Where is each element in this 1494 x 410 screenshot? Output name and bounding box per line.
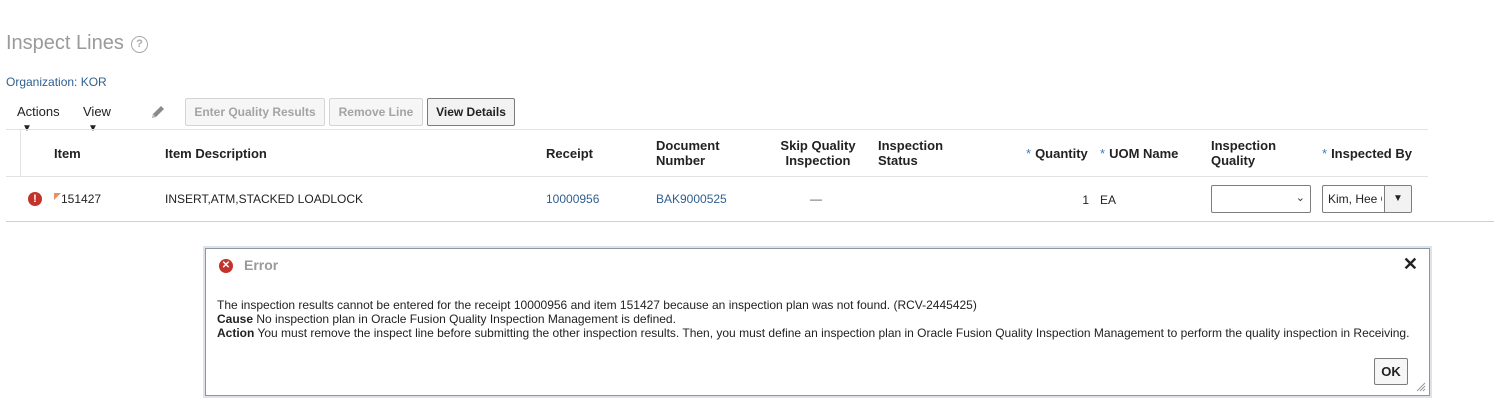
table-top-border (6, 129, 1428, 130)
cell-uom-name: EA (1100, 193, 1117, 207)
cell-quantity: 1 (1082, 193, 1089, 207)
dialog-title: Error (244, 257, 279, 273)
required-marker: * (1100, 146, 1106, 161)
header-line: Inspection (1211, 138, 1277, 153)
x-circle-icon: ✕ (219, 259, 233, 273)
exclamation-circle-icon[interactable]: ! (28, 192, 42, 206)
header-line: Number (656, 153, 706, 168)
header-label: Inspected By (1331, 146, 1412, 161)
enter-quality-results-button[interactable]: Enter Quality Results (185, 98, 325, 126)
header-line: Document (656, 138, 720, 153)
column-header-document-number[interactable]: Document Number (656, 138, 720, 168)
error-dialog: ✕ Error ✕ The inspection results cannot … (205, 248, 1430, 396)
help-icon[interactable]: ? (131, 36, 148, 53)
header-label: Quantity (1035, 146, 1088, 161)
error-action: Action You must remove the inspect line … (217, 326, 1422, 340)
close-icon[interactable]: ✕ (1403, 254, 1418, 275)
action-text: You must remove the inspect line before … (254, 326, 1410, 340)
page-title: Inspect Lines (6, 32, 124, 54)
column-header-quantity[interactable]: * Quantity (1026, 146, 1088, 161)
column-header-item[interactable]: Item (54, 146, 81, 161)
table-bottom-border (6, 221, 1494, 222)
error-message: The inspection results cannot be entered… (217, 298, 977, 312)
column-header-inspection-quality[interactable]: Inspection Quality (1211, 138, 1276, 168)
table-header-border (6, 176, 1428, 177)
error-cause: Cause No inspection plan in Oracle Fusio… (217, 312, 1422, 326)
dialog-message: The inspection results cannot be entered… (217, 298, 1422, 340)
inspected-by-value[interactable]: Kim, Hee C (1328, 192, 1382, 206)
changed-flag-icon (54, 193, 61, 200)
required-marker: * (1026, 146, 1032, 161)
header-label: UOM Name (1109, 146, 1179, 161)
header-line: Skip Quality (780, 138, 856, 153)
column-header-inspection-status[interactable]: Inspection Status (878, 138, 943, 168)
header-line: Status (878, 153, 918, 168)
required-marker: * (1322, 146, 1328, 161)
cell-item-description: INSERT,ATM,STACKED LOADLOCK (165, 192, 364, 206)
resize-handle-icon[interactable] (1416, 382, 1426, 392)
header-line: Inspection (785, 153, 851, 168)
cell-item: 151427 (61, 192, 102, 206)
column-header-item-description[interactable]: Item Description (165, 146, 267, 161)
action-label: Action (217, 326, 255, 340)
header-line: Quality (1211, 153, 1256, 168)
pencil-icon[interactable] (148, 102, 168, 122)
cell-skip-quality-inspection: — (810, 192, 822, 206)
column-header-skip-quality-inspection[interactable]: Skip Quality Inspection (780, 138, 856, 168)
column-header-uom-name[interactable]: * UOM Name (1100, 146, 1178, 161)
dropdown-arrow-icon[interactable]: ▼ (1384, 186, 1411, 212)
column-header-receipt[interactable]: Receipt (546, 146, 593, 161)
ok-button[interactable]: OK (1374, 358, 1408, 385)
cause-text: No inspection plan in Oracle Fusion Qual… (253, 312, 676, 326)
cause-label: Cause (217, 312, 254, 326)
inspected-by-combobox[interactable]: Kim, Hee C ▼ (1322, 185, 1412, 213)
remove-line-button[interactable]: Remove Line (329, 98, 423, 126)
receipt-link[interactable]: 10000956 (546, 192, 599, 206)
view-menu-label: View (83, 104, 111, 119)
table-divider (20, 130, 21, 176)
header-line: Inspection (878, 138, 944, 153)
view-details-button[interactable]: View Details (427, 98, 515, 126)
actions-menu-label: Actions (17, 104, 60, 119)
organization-label: Organization: KOR (6, 75, 107, 89)
inspection-quality-select[interactable]: ⌄ (1211, 185, 1311, 213)
chevron-down-icon: ⌄ (1295, 192, 1305, 204)
column-header-inspected-by[interactable]: * Inspected By (1322, 146, 1412, 161)
document-number-link[interactable]: BAK9000525 (656, 192, 727, 206)
